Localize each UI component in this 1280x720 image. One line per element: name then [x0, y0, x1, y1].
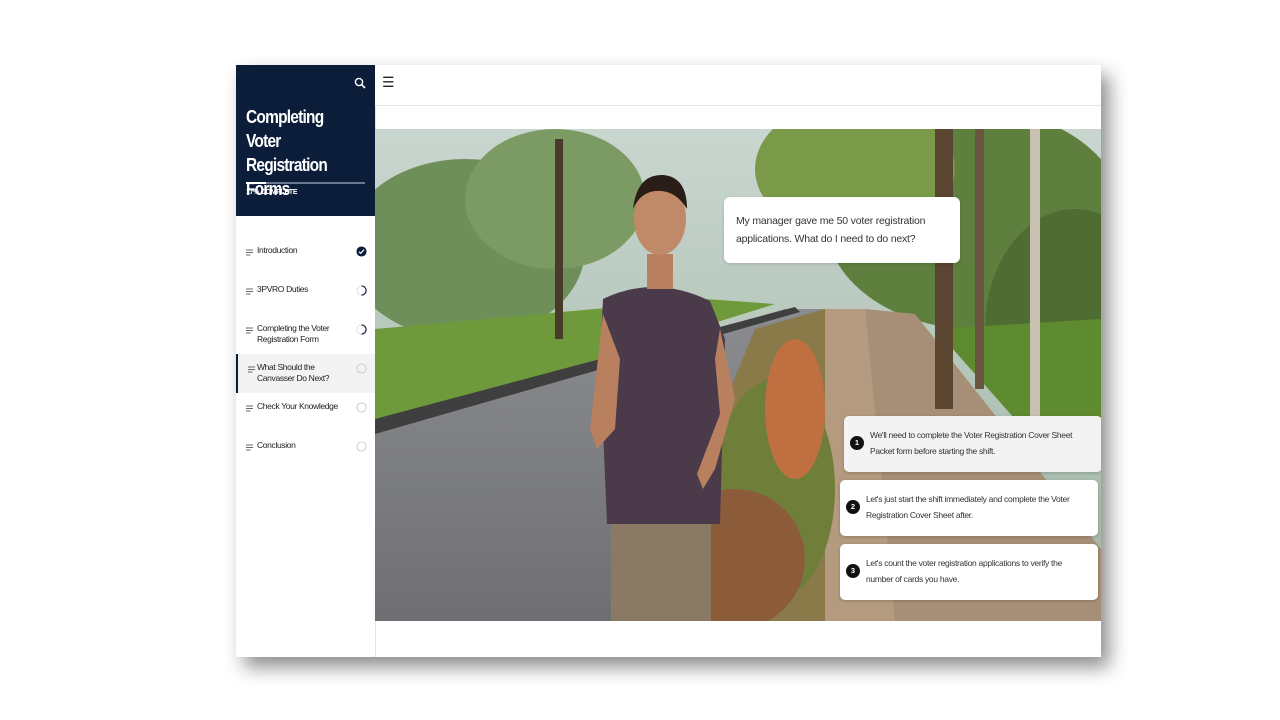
lesson-label: Conclusion	[257, 440, 296, 450]
scene-video: My manager gave me 50 voter registration…	[375, 129, 1101, 621]
progress-partial-icon	[356, 324, 367, 335]
hamburger-icon[interactable]: ☰	[382, 74, 395, 91]
answer-choice-1[interactable]: 1 We'll need to complete the Voter Regist…	[844, 416, 1101, 472]
checkmark-complete-icon	[356, 246, 367, 257]
lesson-menu-icon	[246, 405, 253, 412]
choice-text: Let's count the voter registration appli…	[866, 558, 1062, 584]
lesson-label: What Should the Canvasser Do Next?	[257, 362, 330, 383]
lesson-list: Introduction 3PVRO Duties Completing the V…	[236, 237, 375, 471]
choice-number-badge: 3	[846, 564, 860, 578]
lesson-menu-icon	[246, 444, 253, 451]
answer-choices: 1 We'll need to complete the Voter Regist…	[840, 416, 1101, 608]
sidebar: Completing Voter Registration Forms 17% …	[236, 65, 376, 657]
progress-bar-fill	[246, 182, 267, 184]
progress-empty-icon	[356, 402, 367, 413]
lesson-item[interactable]: Check Your Knowledge	[236, 393, 375, 432]
search-icon[interactable]	[354, 77, 366, 89]
lesson-menu-icon	[246, 249, 253, 256]
lesson-label: 3PVRO Duties	[257, 284, 309, 294]
course-window: Completing Voter Registration Forms 17% …	[236, 65, 1101, 657]
choice-number-badge: 1	[850, 436, 864, 450]
lesson-menu-icon	[246, 288, 253, 295]
answer-choice-3[interactable]: 3 Let's count the voter registration appl…	[840, 544, 1098, 600]
progress-label: 17% COMPLETE	[246, 189, 298, 196]
lesson-item[interactable]: Completing the Voter Registration Form	[236, 315, 375, 354]
lesson-item[interactable]: Introduction	[236, 237, 375, 276]
choice-text: We'll need to complete the Voter Registr…	[870, 430, 1073, 456]
course-title: Completing Voter Registration Forms	[246, 107, 328, 199]
choice-text: Let's just start the shift immediately a…	[866, 494, 1070, 520]
lesson-label: Introduction	[257, 245, 298, 255]
answer-choice-2[interactable]: 2 Let's just start the shift immediately …	[840, 480, 1098, 536]
lesson-label: Check Your Knowledge	[257, 401, 338, 411]
lesson-menu-icon	[246, 327, 253, 334]
sidebar-header: Completing Voter Registration Forms 17% …	[236, 65, 375, 216]
speech-bubble: My manager gave me 50 voter registration…	[724, 197, 960, 263]
progress-empty-icon	[356, 441, 367, 452]
lesson-menu-icon	[248, 366, 255, 373]
lesson-item[interactable]: What Should the Canvasser Do Next?	[236, 354, 375, 393]
lesson-item[interactable]: Conclusion	[236, 432, 375, 471]
progress-partial-icon	[356, 285, 367, 296]
top-bar: ☰	[375, 65, 1101, 106]
choice-number-badge: 2	[846, 500, 860, 514]
lesson-label: Completing the Voter Registration Form	[257, 323, 330, 344]
lesson-item[interactable]: 3PVRO Duties	[236, 276, 375, 315]
progress-bar	[246, 182, 365, 184]
progress-empty-icon	[356, 363, 367, 374]
